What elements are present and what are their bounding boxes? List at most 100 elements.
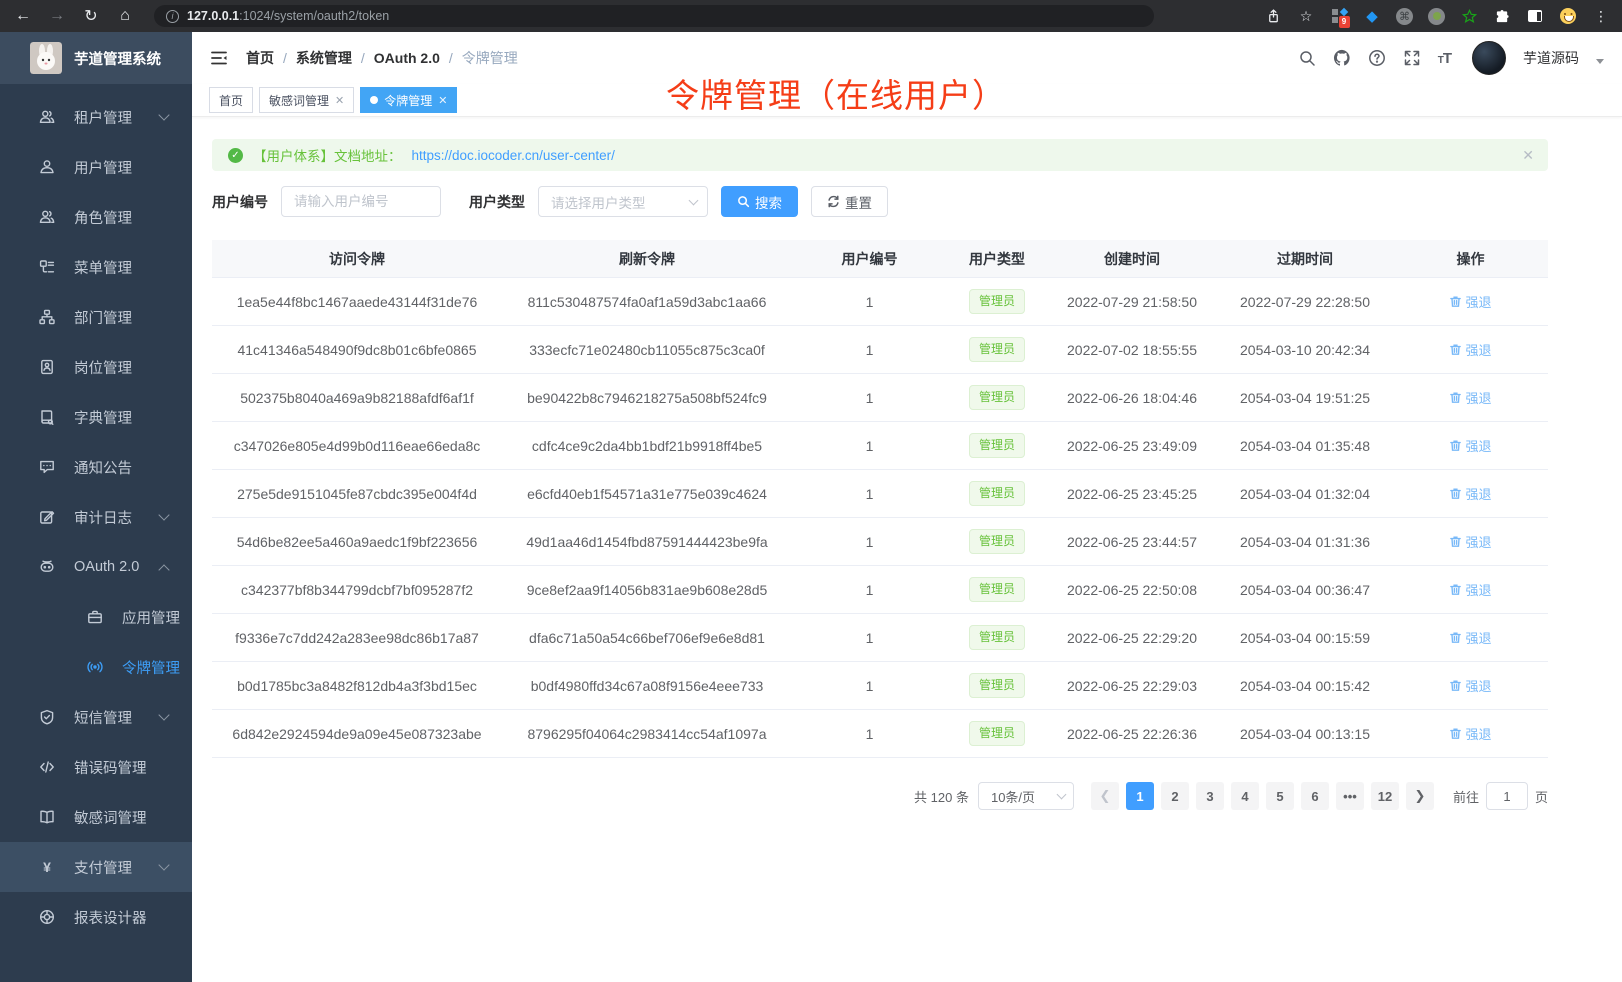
goto-page-input[interactable] xyxy=(1486,782,1528,810)
font-size-icon[interactable]: TT xyxy=(1438,50,1451,67)
breadcrumb-system[interactable]: 系统管理 xyxy=(296,48,374,68)
force-logout-button[interactable]: 强退 xyxy=(1449,532,1491,551)
sidebar-item-oauth[interactable]: OAuth 2.0 xyxy=(0,542,192,592)
report-icon xyxy=(38,908,56,926)
col-user-type: 用户类型 xyxy=(947,249,1047,269)
user-type-badge: 管理员 xyxy=(969,433,1025,458)
force-logout-button[interactable]: 强退 xyxy=(1449,436,1491,455)
sidebar-item-dept[interactable]: 部门管理 xyxy=(0,292,192,342)
sidebar-item-notice[interactable]: 通知公告 xyxy=(0,442,192,492)
page-button-2[interactable]: 2 xyxy=(1161,782,1189,810)
user-type-select[interactable]: 请选择用户类型 xyxy=(538,186,708,217)
alert-close-icon[interactable]: ✕ xyxy=(1522,147,1534,164)
sidebar-item-tenant[interactable]: 租户管理 xyxy=(0,92,192,142)
app-logo-area[interactable]: 芋道管理系统 xyxy=(0,32,192,84)
help-icon[interactable] xyxy=(1368,49,1386,67)
sidebar-item-label: 菜单管理 xyxy=(74,257,132,278)
page-button-4[interactable]: 4 xyxy=(1231,782,1259,810)
close-tab-icon[interactable]: ✕ xyxy=(438,94,447,107)
next-page-button[interactable]: ❯ xyxy=(1406,782,1434,810)
browser-reload-icon[interactable]: ↻ xyxy=(80,6,102,26)
fullscreen-icon[interactable] xyxy=(1403,49,1421,67)
browser-home-icon[interactable]: ⌂ xyxy=(114,7,136,25)
profile-emoji-icon[interactable] xyxy=(1559,7,1577,25)
doc-link[interactable]: https://doc.iocoder.cn/user-center/ xyxy=(412,148,615,163)
sidebar-toggle-icon[interactable] xyxy=(1526,7,1544,25)
sidebar-item-sms[interactable]: 短信管理 xyxy=(0,692,192,742)
tag-view-tab[interactable]: 令牌管理 ✕ xyxy=(360,87,457,113)
site-info-icon[interactable]: i xyxy=(166,10,179,23)
user-type-cell: 管理员 xyxy=(947,481,1047,506)
extension-shortcut-icon[interactable]: ⌘ xyxy=(1396,8,1413,25)
audit-icon xyxy=(38,508,56,526)
collapse-sidebar-icon[interactable] xyxy=(210,49,228,67)
sensitive-icon xyxy=(38,808,56,826)
sidebar-item-dict[interactable]: 字典管理 xyxy=(0,392,192,442)
close-tab-icon[interactable]: ✕ xyxy=(335,94,344,107)
sidebar-item-post[interactable]: 岗位管理 xyxy=(0,342,192,392)
extension-puzzle-icon[interactable] xyxy=(1493,7,1511,25)
created-time-cell: 2022-07-02 18:55:55 xyxy=(1047,342,1217,358)
browser-forward-icon[interactable]: → xyxy=(46,7,68,25)
extension-tabs-icon[interactable]: 9 xyxy=(1330,7,1348,25)
force-logout-button[interactable]: 强退 xyxy=(1449,340,1491,359)
extension-record-icon[interactable] xyxy=(1428,8,1445,25)
more-pages-button[interactable]: ••• xyxy=(1336,782,1364,810)
pager: ❮ 123456•••12 ❯ xyxy=(1091,782,1434,810)
sidebar-item-token[interactable]: 令牌管理 xyxy=(0,642,192,692)
sidebar-item-report[interactable]: 报表设计器 xyxy=(0,892,192,942)
sidebar-item-pay[interactable]: ¥ 支付管理 xyxy=(0,842,192,892)
expired-time-cell: 2054-03-04 19:51:25 xyxy=(1217,390,1393,406)
breadcrumb-oauth[interactable]: OAuth 2.0 xyxy=(374,50,462,66)
page-button-3[interactable]: 3 xyxy=(1196,782,1224,810)
extension-gem-icon[interactable]: ◆ xyxy=(1363,7,1381,25)
address-bar[interactable]: i 127.0.0.1:1024/system/oauth2/token xyxy=(154,5,1154,27)
user-id-cell: 1 xyxy=(792,582,947,598)
tag-view-tab[interactable]: 首页 xyxy=(209,87,253,113)
force-logout-button[interactable]: 强退 xyxy=(1449,388,1491,407)
user-avatar[interactable] xyxy=(1472,41,1506,75)
sidebar-item-label: 错误码管理 xyxy=(74,757,147,778)
page-button-5[interactable]: 5 xyxy=(1266,782,1294,810)
access-token-cell: 1ea5e44f8bc1467aaede43144f31de76 xyxy=(212,294,502,310)
sidebar-item-errcode[interactable]: 错误码管理 xyxy=(0,742,192,792)
force-logout-button[interactable]: 强退 xyxy=(1449,292,1491,311)
browser-menu-icon[interactable]: ⋮ xyxy=(1592,7,1610,25)
col-actions: 操作 xyxy=(1393,249,1548,269)
tag-view-tab[interactable]: 敏感词管理 ✕ xyxy=(259,87,354,113)
bookmark-star-icon[interactable]: ☆ xyxy=(1297,7,1315,25)
sidebar-item-menu[interactable]: 菜单管理 xyxy=(0,242,192,292)
page-size-select[interactable]: 10条/页 xyxy=(978,782,1074,810)
user-id-label: 用户编号 xyxy=(212,192,268,212)
extension-star-icon[interactable] xyxy=(1460,7,1478,25)
search-button[interactable]: 搜索 xyxy=(721,186,798,217)
user-id-input[interactable] xyxy=(281,186,441,217)
reset-button[interactable]: 重置 xyxy=(811,186,888,217)
sidebar-item-app[interactable]: 应用管理 xyxy=(0,592,192,642)
force-logout-button[interactable]: 强退 xyxy=(1449,628,1491,647)
user-type-cell: 管理员 xyxy=(947,625,1047,650)
page-button-12[interactable]: 12 xyxy=(1371,782,1399,810)
force-logout-button[interactable]: 强退 xyxy=(1449,676,1491,695)
search-icon[interactable] xyxy=(1298,49,1316,67)
sidebar-item-role[interactable]: 角色管理 xyxy=(0,192,192,242)
force-logout-button[interactable]: 强退 xyxy=(1449,724,1491,743)
chevron-down-icon xyxy=(158,509,169,520)
user-type-badge: 管理员 xyxy=(969,721,1025,746)
page-button-6[interactable]: 6 xyxy=(1301,782,1329,810)
expired-time-cell: 2054-03-10 20:42:34 xyxy=(1217,342,1393,358)
sidebar-item-user[interactable]: 用户管理 xyxy=(0,142,192,192)
github-icon[interactable] xyxy=(1333,49,1351,67)
force-logout-button[interactable]: 强退 xyxy=(1449,484,1491,503)
created-time-cell: 2022-06-25 23:45:25 xyxy=(1047,486,1217,502)
share-icon[interactable] xyxy=(1264,7,1282,25)
page-button-1[interactable]: 1 xyxy=(1126,782,1154,810)
prev-page-button[interactable]: ❮ xyxy=(1091,782,1119,810)
sidebar-item-sensitive[interactable]: 敏感词管理 xyxy=(0,792,192,842)
chevron-down-icon xyxy=(158,859,169,870)
force-logout-button[interactable]: 强退 xyxy=(1449,580,1491,599)
browser-back-icon[interactable]: ← xyxy=(12,7,34,25)
user-dropdown-caret-icon[interactable] xyxy=(1596,59,1604,64)
sidebar-item-audit[interactable]: 审计日志 xyxy=(0,492,192,542)
breadcrumb-home[interactable]: 首页 xyxy=(246,48,296,68)
